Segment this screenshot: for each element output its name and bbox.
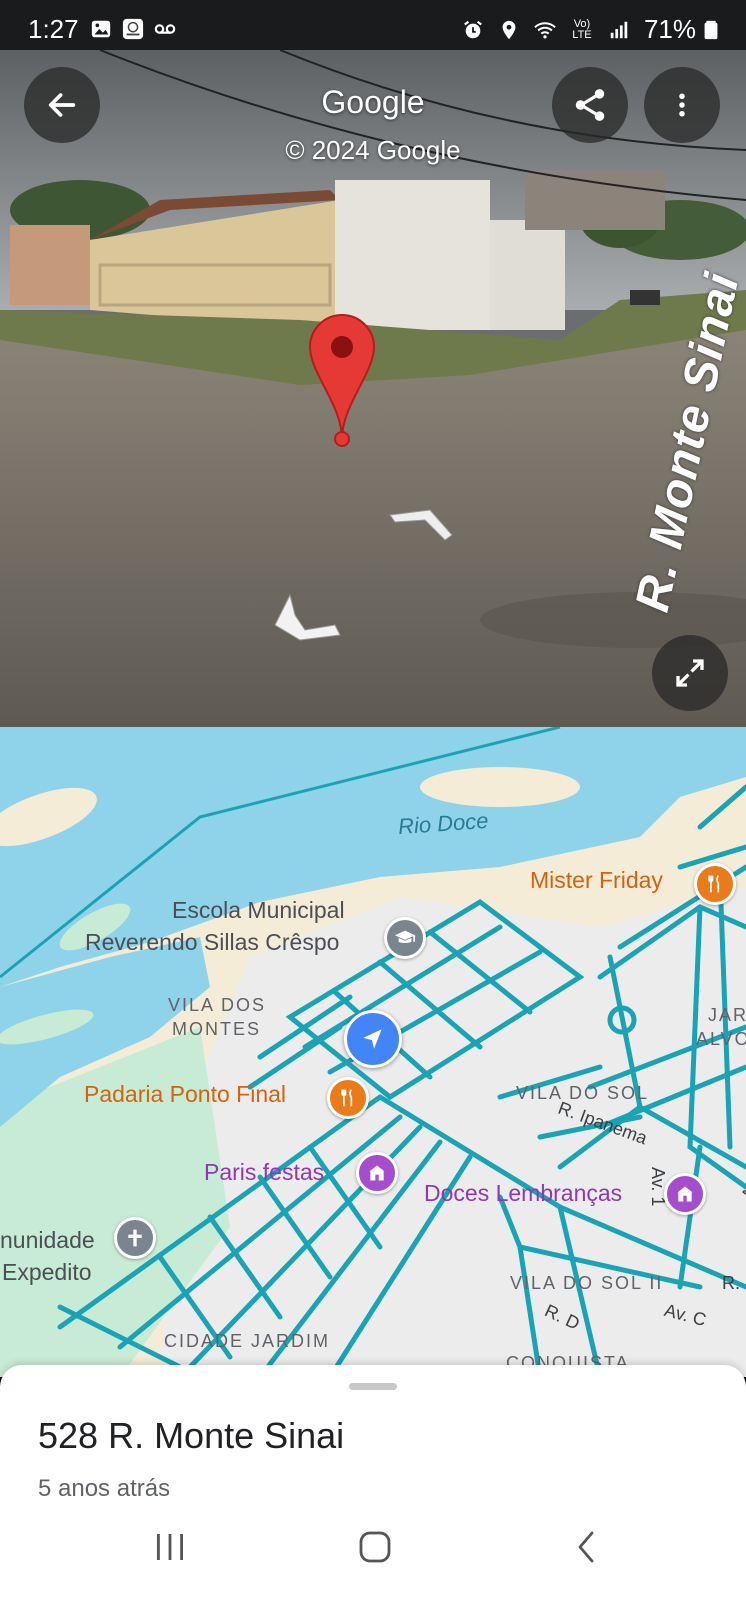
restaurant-poi-mister-friday[interactable] [694, 863, 736, 905]
recents-button[interactable] [140, 1523, 200, 1571]
place-label-escola-line2[interactable]: Reverendo Sillas Crêspo [85, 929, 339, 956]
restaurant-poi-padaria[interactable] [327, 1077, 369, 1119]
shop-icon [369, 1165, 385, 1181]
current-location-marker[interactable] [344, 1010, 402, 1068]
church-poi[interactable] [114, 1217, 156, 1259]
place-label-comunidade-line2[interactable]: Expedito [2, 1259, 92, 1286]
street-view-panorama[interactable]: Google © 2024 Google R. Monte Sinai [0, 50, 746, 727]
recents-icon [157, 1534, 183, 1560]
place-label-comunidade-line1[interactable]: nunidade [0, 1227, 95, 1254]
place-label-paris-festas[interactable]: Paris festas [204, 1159, 324, 1186]
expand-icon [676, 659, 704, 687]
home-icon [359, 1531, 391, 1563]
street-view-title: Google [321, 84, 425, 120]
network-type: Vo) LTE [572, 17, 592, 41]
area-label-jar: JAR [708, 1005, 746, 1025]
place-label-mister-friday[interactable]: Mister Friday [530, 867, 663, 894]
restaurant-icon [341, 1089, 353, 1107]
more-vert-icon [679, 93, 685, 117]
street-view-copyright: © 2024 Google [285, 135, 461, 165]
status-time: 1:27 [28, 14, 79, 44]
back-arrow-icon [48, 93, 76, 117]
wifi-icon [534, 21, 556, 39]
shop-poi-paris-festas[interactable] [356, 1152, 398, 1194]
back-icon [578, 1531, 594, 1563]
place-label-padaria[interactable]: Padaria Ponto Final [84, 1081, 286, 1108]
place-address: 528 R. Monte Sinai [38, 1415, 345, 1456]
gallery-icon [91, 20, 111, 38]
signal-icon [610, 21, 628, 38]
navigation-arrow-icon [363, 1029, 382, 1049]
more-options-button[interactable] [644, 67, 720, 143]
area-label-vila-dos-montes-2: MONTES [172, 1019, 262, 1039]
location-icon [502, 20, 516, 39]
share-button[interactable] [552, 67, 628, 143]
share-icon [575, 89, 605, 121]
church-cross-icon [128, 1229, 142, 1247]
place-label-doces-lembrancas[interactable]: Doces Lembranças [424, 1180, 622, 1207]
area-label-vila-do-sol-ii: VILA DO SOL II [510, 1273, 664, 1293]
alarm-icon [464, 20, 482, 38]
sheet-drag-handle[interactable] [349, 1383, 397, 1390]
street-label-r-right: R. [722, 1273, 740, 1293]
map-view[interactable]: Rio Doce Mister Friday Escola Municipal … [0, 727, 746, 1377]
restaurant-icon [708, 875, 720, 893]
shop-icon [677, 1186, 693, 1202]
status-notification-icons [90, 18, 176, 40]
capture-date: 5 anos atrás [38, 1475, 171, 1502]
school-poi[interactable] [384, 917, 426, 959]
area-label-alvo: ALVO [696, 1029, 746, 1049]
expand-button[interactable] [652, 635, 728, 711]
system-nav-bar [0, 1505, 746, 1600]
school-icon [394, 930, 416, 944]
home-button[interactable] [345, 1523, 405, 1571]
place-label-escola-line1[interactable]: Escola Municipal [172, 897, 345, 924]
area-label-vila-do-sol: VILA DO SOL [516, 1083, 650, 1103]
app-notification-icon [122, 18, 144, 40]
location-pin-icon [308, 313, 376, 447]
area-label-vila-dos-montes-1: VILA DOS [168, 995, 267, 1015]
area-label-cidade-jardim: CIDADE JARDIM [164, 1331, 331, 1351]
battery-percent: 71% [643, 14, 696, 44]
battery-icon [704, 20, 718, 39]
voicemail-icon [154, 24, 176, 34]
back-nav-button[interactable] [556, 1523, 616, 1571]
status-right-icons: Vo) LTE 71% [462, 14, 722, 45]
shop-poi-doces-lembrancas[interactable] [664, 1173, 706, 1215]
back-button[interactable] [24, 67, 100, 143]
